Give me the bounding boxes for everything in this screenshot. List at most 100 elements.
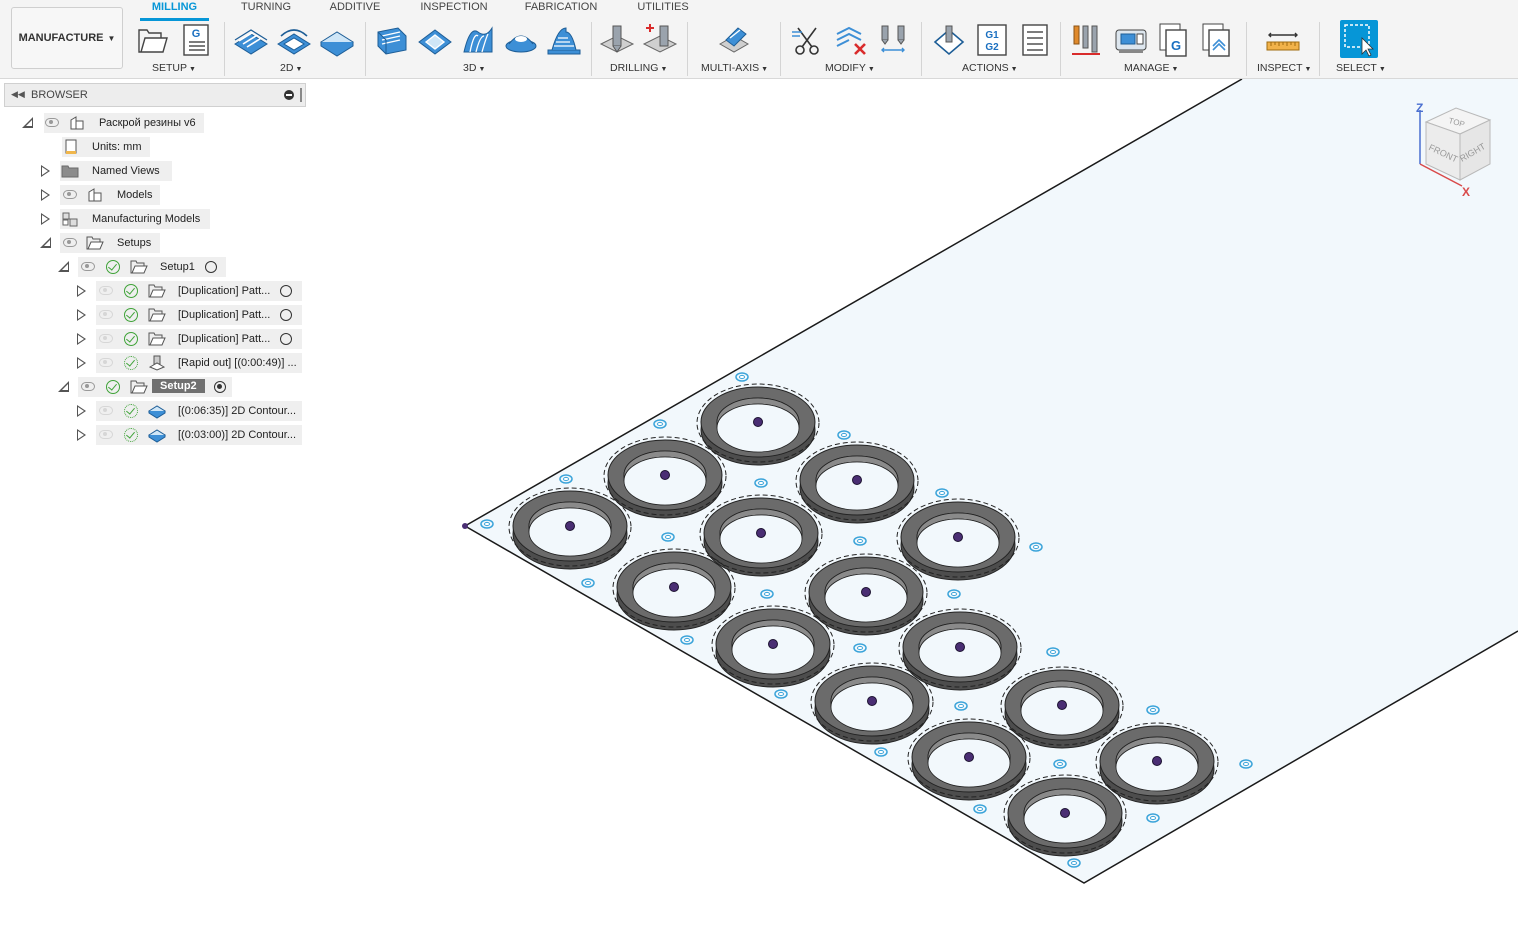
tool-length-icon[interactable] [876,22,912,58]
tree-item-setup2[interactable]: Setup2 [4,377,306,397]
modify-group-menu[interactable]: MODIFY ▼ [825,62,875,74]
group-divider [1319,22,1320,76]
visibility-eye-icon[interactable] [99,310,113,319]
drill-icon[interactable] [599,22,635,58]
new-setup-icon[interactable] [135,22,171,58]
tree-item-operation[interactable]: [Duplication] Patt... [4,329,306,349]
multi-axis-group-menu[interactable]: MULTI-AXIS ▼ [701,62,768,74]
status-ok-icon [124,356,138,370]
visibility-eye-icon[interactable] [99,430,113,439]
collapse-panel-icon[interactable]: ◀◀ [11,89,25,100]
2d-pocket-icon[interactable] [276,22,312,58]
tree-item-operation[interactable]: [Rapid out] [(0:00:49)] ... [4,353,306,373]
expand-triangle-icon[interactable] [41,213,50,225]
tree-root-document[interactable]: Раскрой резины v6 [4,113,306,133]
minimize-icon[interactable] [284,90,294,100]
tree-item-setups[interactable]: Setups [4,233,306,253]
select-group-menu[interactable]: SELECT ▼ [1336,62,1386,74]
nc-program-icon[interactable]: G [178,22,214,58]
expand-triangle-icon[interactable] [77,357,86,369]
collapse-triangle-icon[interactable] [58,261,69,272]
expand-triangle-icon[interactable] [77,405,86,417]
expand-triangle-icon[interactable] [77,285,86,297]
2d-group-menu[interactable]: 2D ▼ [280,62,302,74]
tab-fabrication[interactable]: FABRICATION [521,1,601,13]
tree-item-setup1[interactable]: Setup1 [4,257,306,277]
visibility-eye-icon[interactable] [81,382,95,391]
tab-additive[interactable]: ADDITIVE [323,1,387,13]
tree-item-manufacturing-models[interactable]: Manufacturing Models [4,209,306,229]
operation-radio[interactable] [280,333,292,345]
collapse-triangle-icon[interactable] [58,381,69,392]
tree-item-units[interactable]: Units: mm [4,137,306,157]
scallop-icon[interactable] [503,22,539,58]
2d-adaptive-clearing-icon[interactable] [233,22,269,58]
active-setup-radio[interactable] [205,261,217,273]
tree-item-operation[interactable]: [(0:03:00)] 2D Contour... [4,425,306,445]
drilling-group-menu[interactable]: DRILLING ▼ [610,62,667,74]
open-folder-icon [86,236,104,250]
workspace-switcher-button[interactable]: MANUFACTURE ▼ [11,7,123,69]
active-setup-radio[interactable] [214,381,226,393]
operation-radio[interactable] [280,309,292,321]
visibility-eye-icon[interactable] [45,118,59,127]
expand-triangle-icon[interactable] [77,333,86,345]
visibility-eye-icon[interactable] [63,238,77,247]
visibility-eye-icon[interactable] [99,406,113,415]
parallel-icon[interactable] [460,22,496,58]
manage-group-menu[interactable]: MANAGE ▼ [1124,62,1178,74]
inspect-group-menu[interactable]: INSPECT ▼ [1257,62,1311,74]
actions-group-menu[interactable]: ACTIONS ▼ [962,62,1018,74]
delete-toolpath-icon[interactable] [833,22,869,58]
tree-item-label: Раскрой резины v6 [99,117,196,129]
tree-item-operation[interactable]: [Duplication] Patt... [4,281,306,301]
template-library-icon[interactable] [1199,22,1235,58]
simulate-icon[interactable] [931,22,967,58]
collapse-triangle-icon[interactable] [40,237,51,248]
tree-item-named-views[interactable]: Named Views [4,161,306,181]
tool-library-icon[interactable] [1070,22,1106,58]
machine-library-icon[interactable] [1113,22,1149,58]
multi-axis-icon[interactable] [716,22,752,58]
3d-pocket-icon[interactable] [417,22,453,58]
setup-sheet-icon[interactable] [1017,22,1053,58]
viewcube[interactable]: TOP FRONT RIGHT Z X [1408,100,1504,200]
tree-item-operation[interactable]: [(0:06:35)] 2D Contour... [4,401,306,421]
expand-triangle-icon[interactable] [77,309,86,321]
collapse-triangle-icon[interactable] [22,117,33,128]
tree-item-label: [Duplication] Patt... [178,333,271,345]
visibility-eye-icon[interactable] [99,358,113,367]
measure-icon[interactable] [1265,22,1301,58]
visibility-eye-icon[interactable] [81,262,95,271]
tab-utilities[interactable]: UTILITIES [631,1,695,13]
expand-triangle-icon[interactable] [41,165,50,177]
tab-milling[interactable]: MILLING [140,1,209,13]
tab-inspection[interactable]: INSPECTION [416,1,492,13]
post-library-icon[interactable]: G [1156,22,1192,58]
visibility-eye-icon[interactable] [99,334,113,343]
tree-item-models[interactable]: Models [4,185,306,205]
tree-item-operation[interactable]: [Duplication] Patt... [4,305,306,325]
operation-radio[interactable] [280,285,292,297]
chevron-down-icon: ▼ [189,66,196,73]
contour-3d-icon[interactable] [546,22,582,58]
visibility-eye-icon[interactable] [63,190,77,199]
tree-item-label: [Duplication] Patt... [178,285,271,297]
3d-group-menu[interactable]: 3D ▼ [463,62,485,74]
hole-recognition-icon[interactable] [642,22,678,58]
tab-turning[interactable]: TURNING [236,1,296,13]
select-icon[interactable] [1340,20,1378,58]
visibility-eye-icon[interactable] [99,286,113,295]
origin-point [462,523,468,529]
chevron-down-icon: ▼ [295,66,303,73]
face-icon[interactable] [319,22,355,58]
3d-adaptive-clearing-icon[interactable] [374,22,410,58]
setup-group-menu[interactable]: SETUP ▼ [152,62,196,74]
group-divider [1060,22,1061,76]
expand-triangle-icon[interactable] [77,429,86,441]
setup-group-label: SETUP [152,62,188,74]
expand-triangle-icon[interactable] [41,189,50,201]
panel-resize-handle[interactable] [300,88,302,102]
cut-icon[interactable] [790,22,826,58]
post-process-icon[interactable]: G1 G2 [974,22,1010,58]
